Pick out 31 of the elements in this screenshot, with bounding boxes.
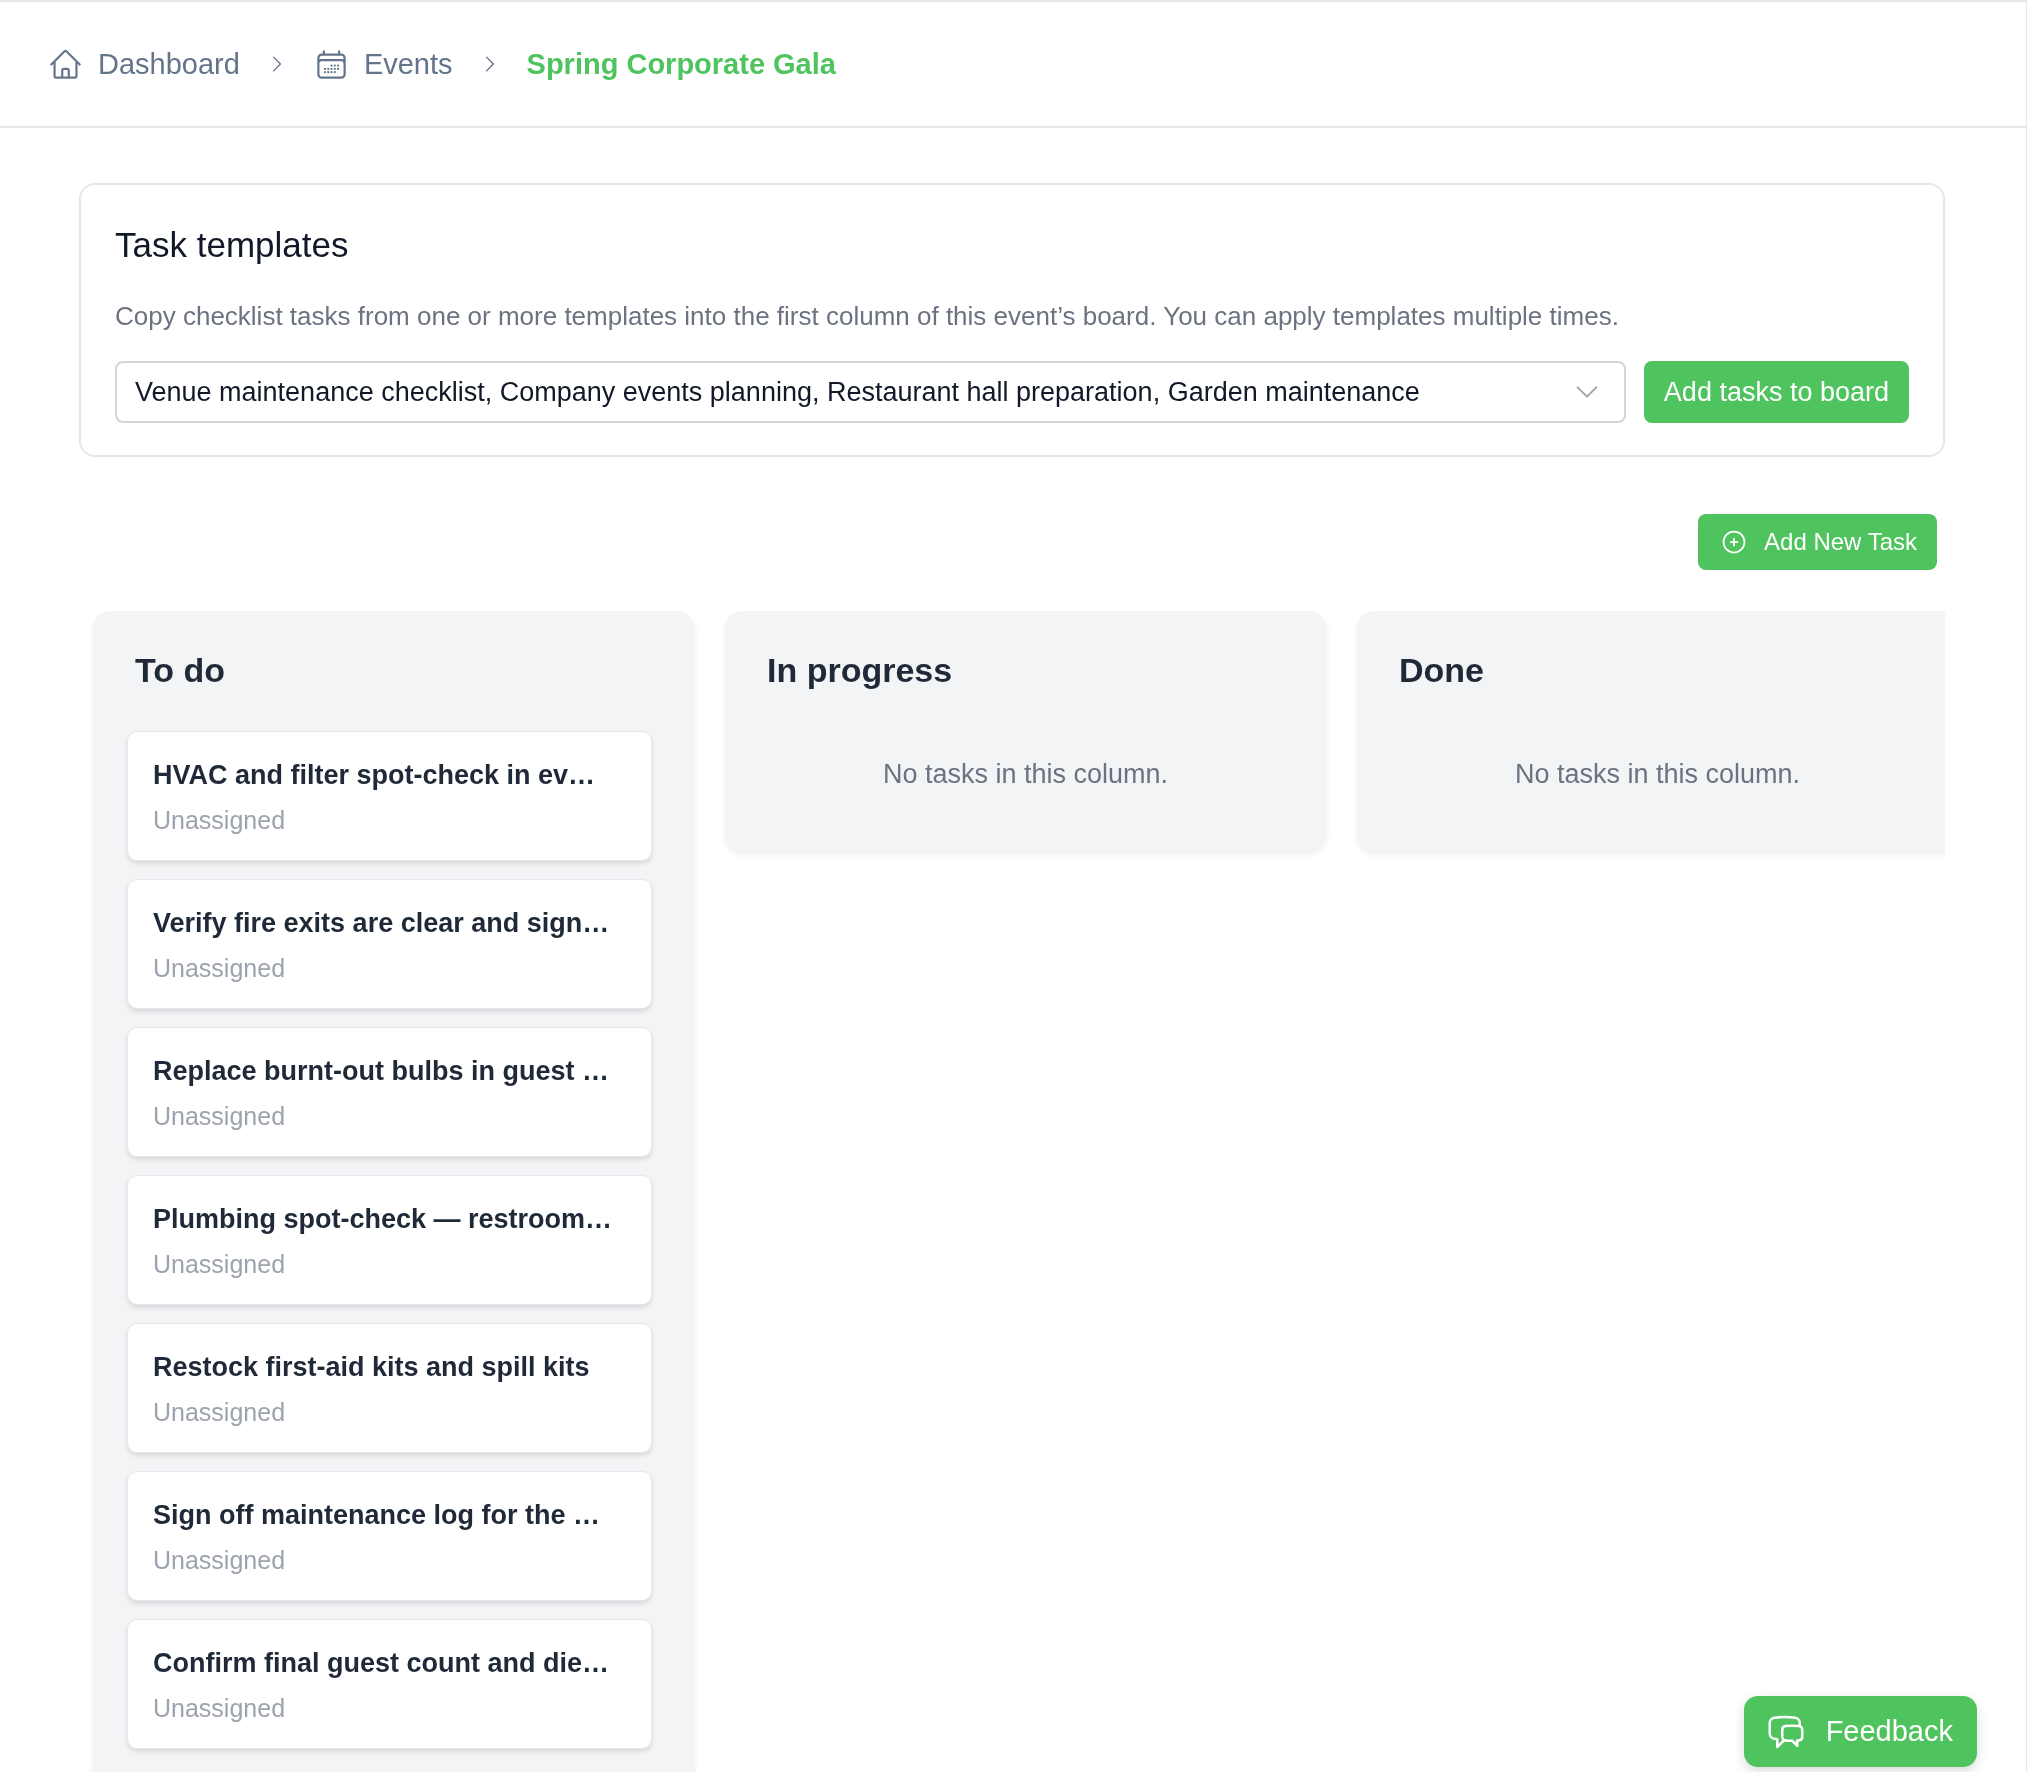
templates-select[interactable]: Venue maintenance checklist, Company events planning, Restaurant hall preparation, Garden maintenance [115, 361, 1626, 423]
empty-column-message: No tasks in this column. [881, 758, 1170, 791]
assignee-label: Unassigned [153, 805, 286, 835]
task-title: Plumbing spot-check — restroom… [153, 1203, 613, 1235]
task-title: Sign off maintenance log for the … [153, 1499, 601, 1531]
assignee-label: Unassigned [153, 1101, 286, 1131]
task-title: Verify fire exits are clear and sign… [153, 907, 610, 939]
column-title: Done [1399, 650, 1485, 691]
task-card[interactable]: Replace burnt-out bulbs in guest … Unassigned [127, 1027, 652, 1157]
assignee-label: Unassigned [153, 953, 286, 983]
breadcrumb-link[interactable]: Events [313, 46, 453, 82]
card-description: Copy checklist tasks from one or more templates into the first column of this event’s board. You can apply templates multiple times. [115, 300, 1620, 333]
task-title: Replace burnt-out bulbs in guest … [153, 1055, 609, 1087]
column-title: To do [135, 650, 226, 691]
assignee-label: Unassigned [153, 1545, 286, 1575]
task-card[interactable]: Restock first-aid kits and spill kits Unassigned [127, 1323, 652, 1453]
assignee-label: Unassigned [153, 1249, 286, 1279]
column-title: In progress [767, 650, 954, 691]
task-title: HVAC and filter spot-check in ev… [153, 759, 596, 791]
empty-column-message: No tasks in this column. [1513, 758, 1802, 791]
task-card[interactable]: Plumbing spot-check — restroom… Unassigned [127, 1175, 652, 1305]
task-title: Restock first-aid kits and spill kits [153, 1351, 590, 1383]
task-card[interactable]: Confirm final guest count and die… Unassigned [127, 1619, 652, 1749]
assignee-label: Unassigned [153, 1693, 286, 1723]
task-card[interactable]: Sign off maintenance log for the … Unassigned [127, 1471, 652, 1601]
breadcrumb-link[interactable]: Dashboard [48, 46, 240, 82]
card-title: Task templates [115, 224, 350, 266]
assignee-label: Unassigned [153, 1397, 286, 1427]
task-card[interactable]: Verify fire exits are clear and sign… Unassigned [127, 879, 652, 1009]
task-title: Confirm final guest count and die… [153, 1647, 609, 1679]
task-card[interactable]: HVAC and filter spot-check in ev… Unassigned [127, 731, 652, 861]
